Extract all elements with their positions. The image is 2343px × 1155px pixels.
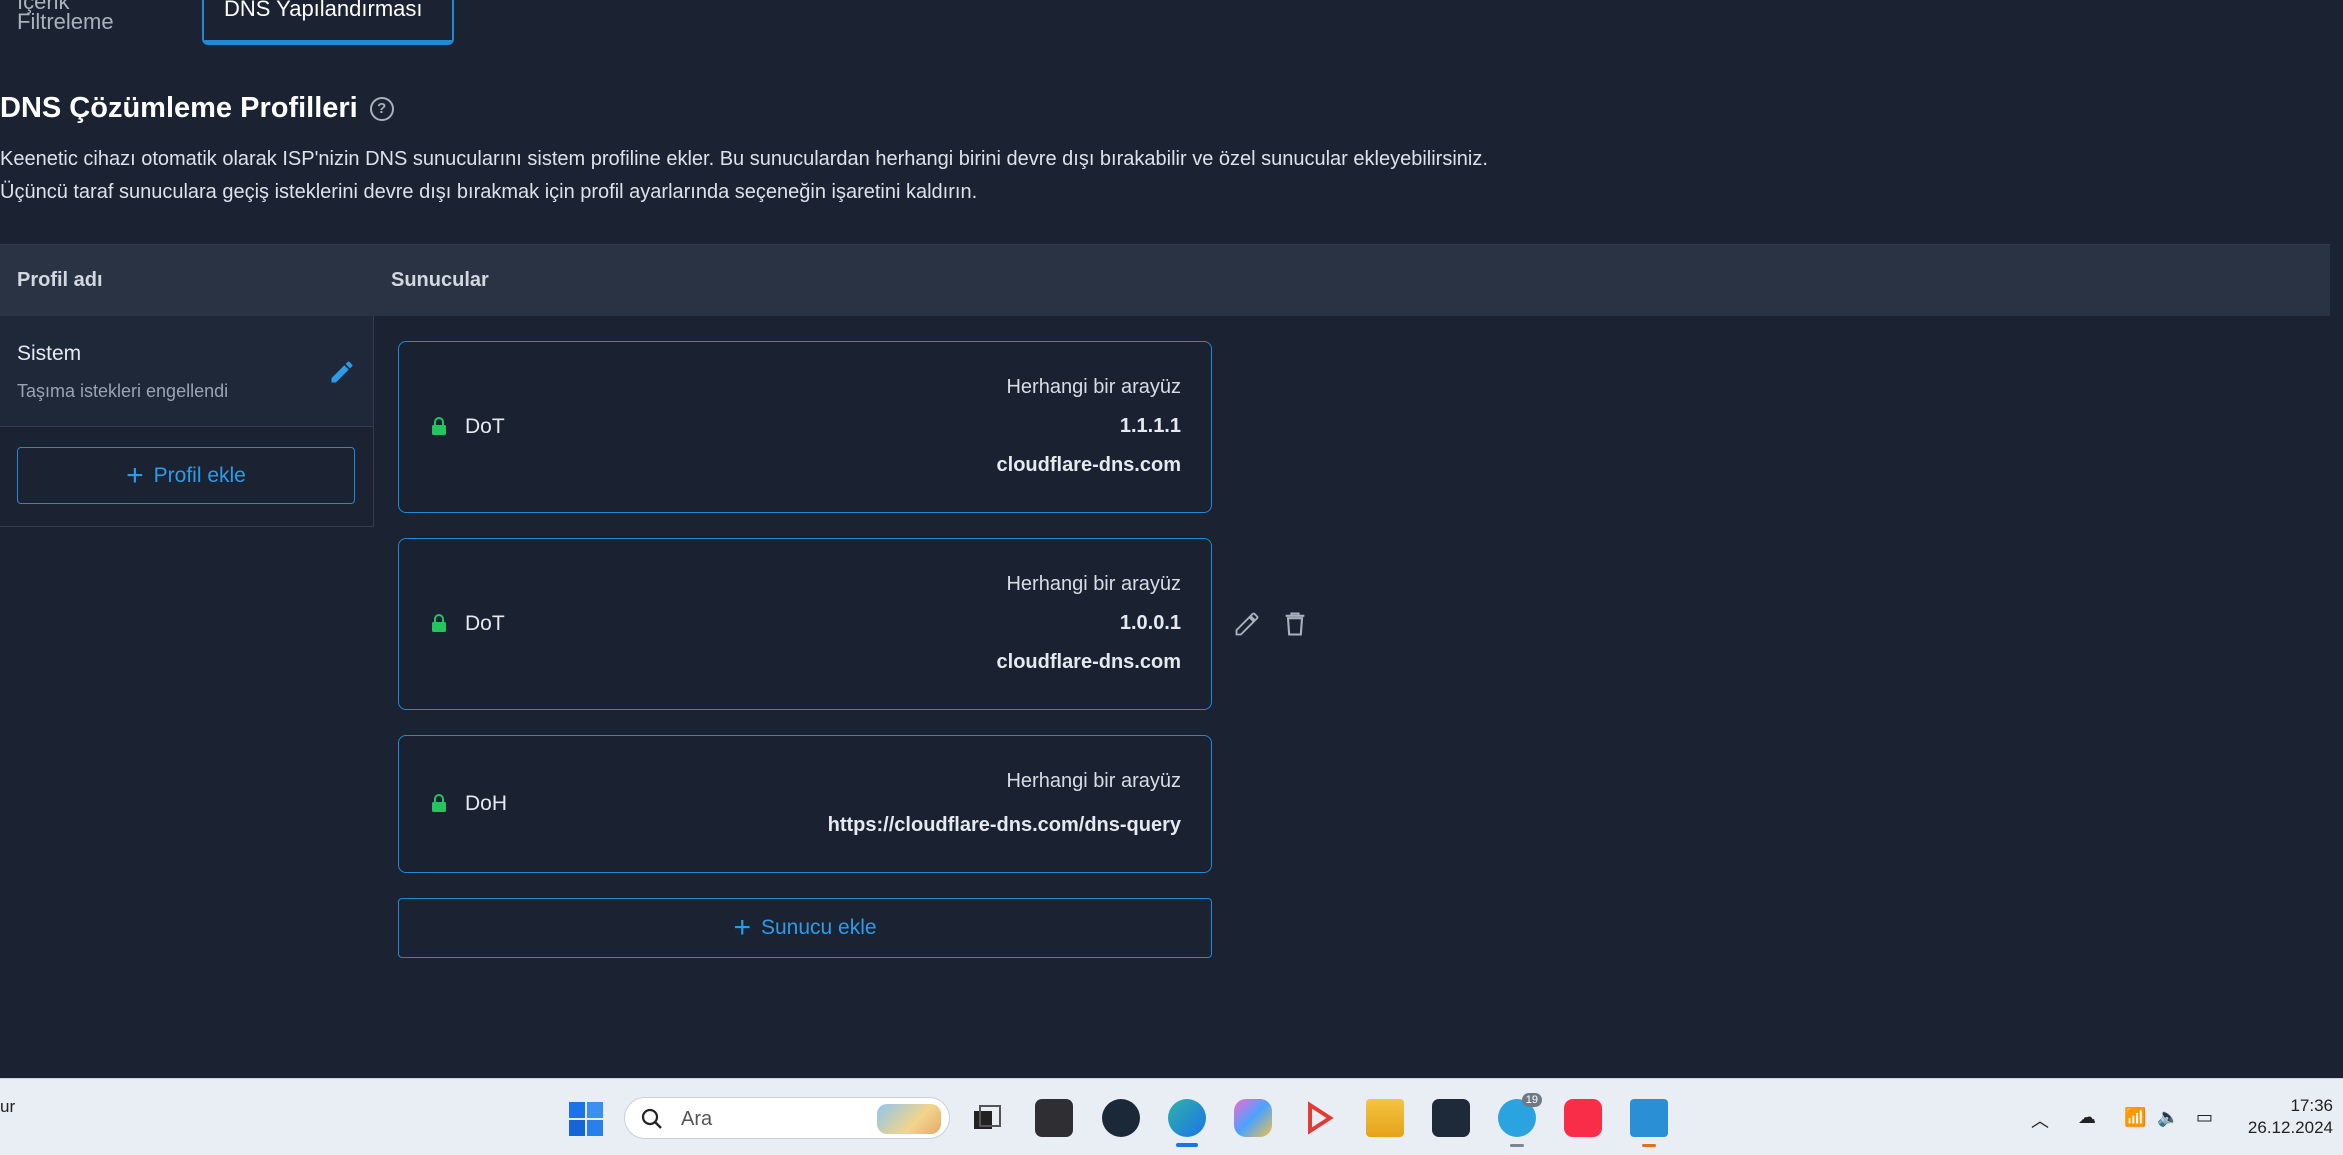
profile-status: Taşıma istekleri engellendi (17, 381, 229, 401)
battery-icon[interactable]: ▭ (2196, 1107, 2213, 1128)
profile-item-system[interactable]: Sistem Taşıma istekleri engellendi (0, 316, 373, 427)
add-server-button[interactable]: + Sunucu ekle (398, 898, 1212, 958)
column-header-servers: Sunucular (391, 269, 489, 291)
server-card[interactable]: DoT Herhangi bir arayüz 1.0.0.1 cloudfla… (398, 538, 1212, 710)
search-icon (641, 1108, 662, 1129)
table-header: Profil adı Sunucular (0, 244, 2330, 316)
clock-date: 26.12.2024 (2247, 1118, 2333, 1137)
column-header-profile: Profil adı (17, 269, 103, 291)
server-card[interactable]: DoT Herhangi bir arayüz 1.1.1.1 cloudfla… (398, 341, 1212, 513)
server-protocol: DoT (465, 415, 505, 438)
lock-icon (432, 794, 446, 812)
weather-widget-text[interactable]: ur (0, 1097, 15, 1117)
search-placeholder: Ara (681, 1108, 713, 1130)
apple-music-icon[interactable] (1564, 1099, 1602, 1137)
server-protocol: DoH (465, 792, 508, 815)
server-protocol: DoT (465, 612, 505, 635)
notification-badge: 19 (1521, 1093, 1542, 1107)
server-host: cloudflare-dns.com (996, 651, 1181, 673)
windows-start-icon[interactable] (568, 1101, 604, 1137)
wifi-icon[interactable]: 📶 (2124, 1107, 2146, 1128)
search-highlight-image (877, 1104, 941, 1134)
edit-profile-icon[interactable] (328, 358, 356, 386)
edit-server-icon[interactable] (1233, 610, 1261, 638)
steam-icon[interactable] (1102, 1099, 1140, 1137)
clock-time: 17:36 (2290, 1096, 2333, 1115)
media-player-icon[interactable] (1300, 1099, 1338, 1137)
help-icon[interactable]: ? (369, 96, 394, 121)
page-description-secondary: Üçüncü taraf sunuculara geçiş isteklerin… (0, 181, 978, 203)
edge-browser-icon[interactable] (1168, 1099, 1206, 1147)
lock-icon (432, 614, 446, 632)
system-clock[interactable]: 17:36 26.12.2024 (2248, 1095, 2333, 1139)
active-indicator (1176, 1143, 1198, 1147)
plus-icon: + (733, 911, 751, 944)
taskbar-search[interactable]: Ara (624, 1097, 950, 1139)
page-title: DNS Çözümleme Profilleri (0, 92, 358, 124)
profile-list: Sistem Taşıma istekleri engellendi + Pro… (0, 316, 374, 527)
copilot-icon[interactable] (1234, 1099, 1272, 1137)
file-explorer-icon[interactable] (1366, 1099, 1404, 1137)
tab-content-filtering[interactable]: İçerik Filtreleme (17, 0, 114, 37)
add-profile-label: Profil ekle (153, 463, 246, 487)
title-row: DNS Çözümleme Profilleri ? (0, 92, 394, 125)
server-ip: 1.0.0.1 (1119, 612, 1181, 634)
notepad-icon[interactable] (1630, 1099, 1668, 1147)
plus-icon: + (126, 458, 144, 492)
volume-icon[interactable]: 🔈 (2157, 1107, 2179, 1128)
delete-server-icon[interactable] (1281, 610, 1309, 638)
tab-label: DNS Yapılandırması (224, 0, 423, 21)
telegram-icon[interactable]: 19 (1498, 1093, 1542, 1147)
page-description: Keenetic cihazı otomatik olarak ISP'nizi… (0, 148, 1488, 170)
windows-taskbar: ur Ara 19 ︿ ☁ 📶 🔈 ▭ 17:36 26.12.2024 (0, 1078, 2343, 1155)
server-host: https://cloudflare-dns.com/dns-query (827, 814, 1181, 836)
widgets-app-icon[interactable] (1035, 1099, 1073, 1137)
onedrive-icon[interactable]: ☁ (2078, 1107, 2096, 1128)
server-interface: Herhangi bir arayüz (1006, 573, 1181, 595)
add-server-label: Sunucu ekle (760, 916, 877, 939)
lock-icon (432, 417, 446, 435)
server-interface: Herhangi bir arayüz (1006, 770, 1181, 792)
chevron-up-icon[interactable]: ︿ (2031, 1107, 2049, 1133)
profile-name: Sistem (17, 342, 82, 365)
active-indicator (1510, 1144, 1524, 1147)
tab-dns-configuration[interactable]: DNS Yapılandırması (202, 0, 454, 45)
server-ip: 1.1.1.1 (1119, 415, 1181, 437)
mpc-be-icon[interactable] (1432, 1099, 1470, 1137)
server-host: cloudflare-dns.com (996, 454, 1181, 476)
task-view-icon[interactable] (968, 1099, 1006, 1137)
server-card[interactable]: DoH Herhangi bir arayüz https://cloudfla… (398, 735, 1212, 873)
router-web-ui: İçerik Filtreleme DNS Yapılandırması DNS… (0, 0, 2343, 1078)
tab-label: İçerik Filtreleme (17, 0, 114, 34)
server-interface: Herhangi bir arayüz (1006, 376, 1181, 398)
add-profile-button[interactable]: + Profil ekle (17, 447, 355, 504)
server-row-actions (1233, 610, 1309, 638)
active-indicator (1642, 1144, 1656, 1147)
